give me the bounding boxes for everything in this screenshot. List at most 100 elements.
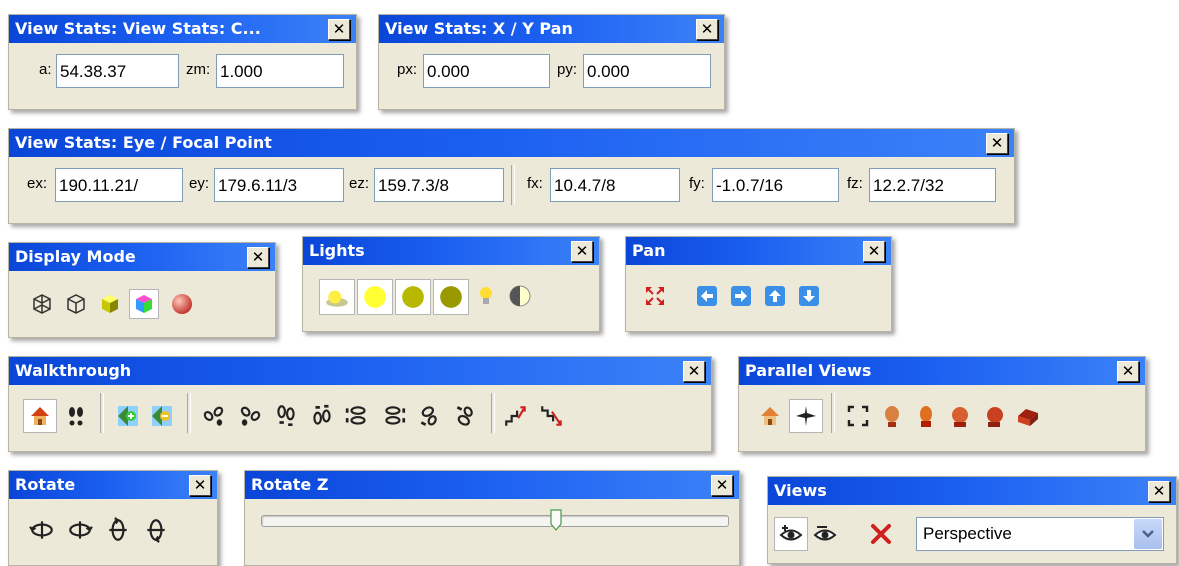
smooth-shaded-button[interactable] xyxy=(167,289,197,319)
update-view-button[interactable] xyxy=(810,519,840,549)
save-view-button[interactable] xyxy=(774,517,808,551)
light-1-button[interactable] xyxy=(357,279,393,315)
strafe-left-button[interactable] xyxy=(343,401,373,431)
toolbar-title[interactable]: Display Mode ✕ xyxy=(9,243,275,271)
footsteps-strafe-left-icon xyxy=(345,406,366,425)
rotate-z-slider-thumb[interactable] xyxy=(550,509,562,531)
close-button[interactable]: ✕ xyxy=(696,19,718,40)
pan-down-button[interactable] xyxy=(794,281,824,311)
ey-input[interactable]: 179.6.11/3 xyxy=(214,168,344,202)
back-view-button[interactable] xyxy=(911,401,941,431)
ambient-light-button[interactable] xyxy=(319,279,355,315)
rotate-right-walk-button[interactable] xyxy=(451,401,481,431)
walk-turn-right-button[interactable] xyxy=(235,401,265,431)
expand-arrows-icon xyxy=(646,287,664,305)
toolbar-title[interactable]: Pan ✕ xyxy=(626,237,891,265)
fx-input[interactable]: 10.4.7/8 xyxy=(550,168,680,202)
a-input[interactable]: 54.38.37 xyxy=(56,54,179,88)
rotate-up-button[interactable] xyxy=(103,515,133,545)
close-button[interactable]: ✕ xyxy=(986,133,1008,154)
close-button[interactable]: ✕ xyxy=(189,475,211,496)
footsteps-button[interactable] xyxy=(61,401,91,431)
close-button[interactable]: ✕ xyxy=(328,19,350,40)
toolbar-title[interactable]: Walkthrough ✕ xyxy=(9,357,711,385)
home-view-button[interactable] xyxy=(755,401,785,431)
color-shaded-button[interactable] xyxy=(129,289,159,319)
close-button[interactable]: ✕ xyxy=(571,241,593,262)
light-3-button[interactable] xyxy=(433,279,469,315)
contrast-button[interactable] xyxy=(505,281,535,311)
pan-up-button[interactable] xyxy=(760,281,790,311)
flat-shaded-button[interactable] xyxy=(95,289,125,319)
rotate-down-button[interactable] xyxy=(141,515,171,545)
view-select-value: Perspective xyxy=(923,524,1012,543)
wireframe-button[interactable] xyxy=(61,289,91,319)
toolbar-title[interactable]: Rotate ✕ xyxy=(9,471,217,499)
left-view-button[interactable] xyxy=(945,401,975,431)
walk-turn-left-button[interactable] xyxy=(199,401,229,431)
climb-up-button[interactable] xyxy=(501,401,531,431)
toolbar-lights: Lights ✕ xyxy=(302,236,600,332)
climb-down-button[interactable] xyxy=(537,401,567,431)
pan-view-button[interactable] xyxy=(789,399,823,433)
sphere-icon xyxy=(172,294,192,314)
light-2-button[interactable] xyxy=(395,279,431,315)
zoom-out-icon xyxy=(152,406,172,426)
arrow-right-icon xyxy=(731,286,751,306)
zoom-extents-button[interactable] xyxy=(640,281,670,311)
toolbar-title[interactable]: Parallel Views ✕ xyxy=(739,357,1145,385)
fy-label: fy: xyxy=(689,175,705,192)
rotate-right-icon xyxy=(69,521,93,539)
close-button[interactable]: ✕ xyxy=(683,361,705,382)
ex-input[interactable]: 190.11.21/ xyxy=(55,168,183,202)
close-button[interactable]: ✕ xyxy=(711,475,733,496)
toolbar-title[interactable]: Rotate Z ✕ xyxy=(245,471,739,499)
strafe-right-button[interactable] xyxy=(379,401,409,431)
walk-forward-button[interactable] xyxy=(271,401,301,431)
front-view-button[interactable] xyxy=(877,401,907,431)
stairs-down-icon xyxy=(541,406,562,426)
bulb-button[interactable] xyxy=(471,281,501,311)
dropdown-button[interactable] xyxy=(1134,519,1162,549)
toolbar-title[interactable]: Lights ✕ xyxy=(303,237,599,265)
iso-view-button[interactable] xyxy=(1013,401,1043,431)
home-view-button[interactable] xyxy=(23,399,57,433)
delete-view-button[interactable] xyxy=(866,519,896,549)
rotate-left-walk-button[interactable] xyxy=(415,401,445,431)
walk-backward-button[interactable] xyxy=(307,401,337,431)
toolbar-title[interactable]: Views ✕ xyxy=(768,477,1176,505)
zoom-out-button[interactable] xyxy=(147,401,177,431)
ez-input[interactable]: 159.7.3/8 xyxy=(374,168,504,202)
airplane-icon xyxy=(796,406,816,426)
rotate-left-button[interactable] xyxy=(27,515,57,545)
wireframe-hidden-button[interactable] xyxy=(27,289,57,319)
close-button[interactable]: ✕ xyxy=(1148,481,1170,502)
rotate-right-button[interactable] xyxy=(65,515,95,545)
close-button[interactable]: ✕ xyxy=(1117,361,1139,382)
outline-cube-icon xyxy=(67,294,85,314)
footprints-icon xyxy=(69,407,83,426)
view-select[interactable]: Perspective xyxy=(916,517,1164,551)
pan-left-button[interactable] xyxy=(692,281,722,311)
close-button[interactable]: ✕ xyxy=(247,247,269,268)
toolbar-title[interactable]: View Stats: X / Y Pan ✕ xyxy=(379,15,724,43)
half-moon-icon xyxy=(509,285,531,307)
separator xyxy=(491,393,495,433)
py-input[interactable]: 0.000 xyxy=(583,54,711,88)
right-view-button[interactable] xyxy=(979,401,1009,431)
fz-input[interactable]: 12.2.7/32 xyxy=(869,168,996,202)
toolbar-view-stats-xy: View Stats: X / Y Pan ✕ px: 0.000 py: 0.… xyxy=(378,14,725,110)
px-input[interactable]: 0.000 xyxy=(423,54,550,88)
delete-x-icon xyxy=(871,524,891,544)
zm-input[interactable]: 1.000 xyxy=(216,54,344,88)
rotate-z-slider-track[interactable] xyxy=(261,515,729,527)
fit-view-button[interactable] xyxy=(843,401,873,431)
fy-input[interactable]: -1.0.7/16 xyxy=(712,168,839,202)
toolbar-title[interactable]: View Stats: View Stats: C... ✕ xyxy=(9,15,356,43)
px-label: px: xyxy=(397,61,418,78)
close-button[interactable]: ✕ xyxy=(863,241,885,262)
eye-add-icon xyxy=(779,525,803,541)
pan-right-button[interactable] xyxy=(726,281,756,311)
zoom-in-button[interactable] xyxy=(113,401,143,431)
toolbar-title[interactable]: View Stats: Eye / Focal Point ✕ xyxy=(9,129,1014,157)
